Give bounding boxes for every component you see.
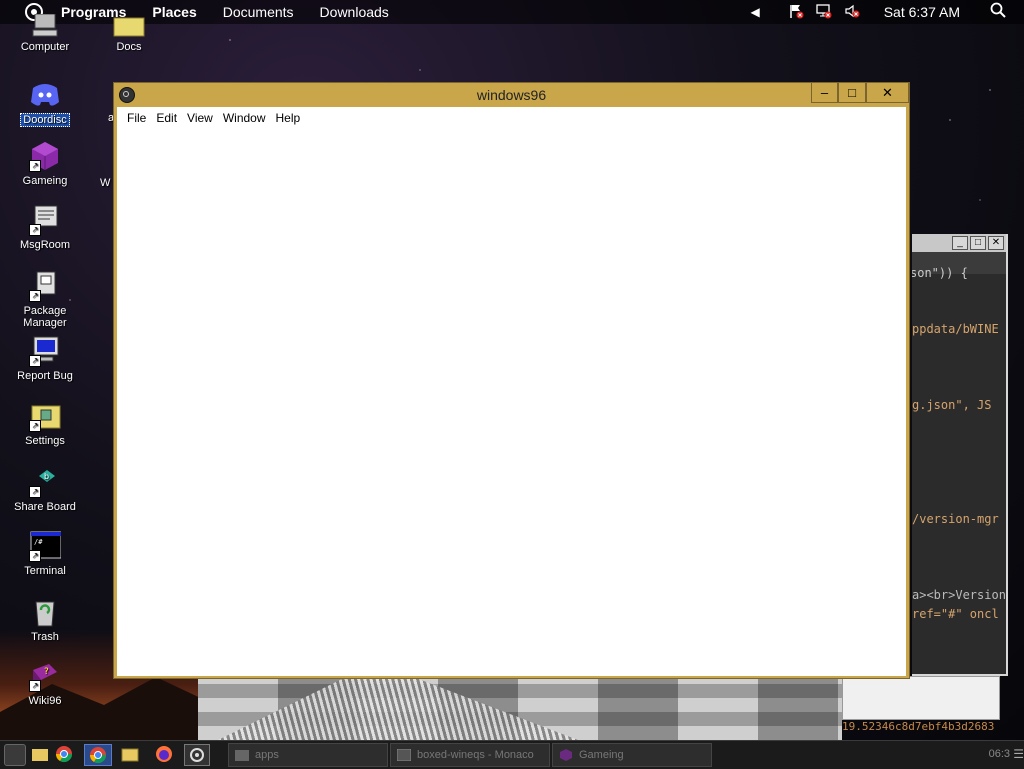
monitor-icon: ↗ xyxy=(29,335,61,367)
svg-text:b: b xyxy=(44,472,49,481)
desktop-icon-settings[interactable]: ↗ Settings xyxy=(10,400,80,447)
desktop-icon-terminal[interactable]: /# ↗ Terminal xyxy=(10,530,80,577)
chat-icon: ↗ xyxy=(29,204,61,236)
code-line: ppdata/bWINE xyxy=(912,322,999,336)
minimize-icon: – xyxy=(820,85,829,100)
cube-icon xyxy=(560,749,572,761)
desktop-icon-trash[interactable]: Trash xyxy=(10,596,80,643)
desktop-icon-docs[interactable]: Docs xyxy=(94,14,164,53)
taskbar: apps boxed-wineqs - Monaco Gameing 06:3 … xyxy=(0,740,1024,769)
maximize-icon[interactable]: □ xyxy=(970,236,986,250)
window-menubar: File Edit View Window Help xyxy=(117,107,906,129)
code-line: son")) { xyxy=(912,266,968,280)
icon-label: Doordisc xyxy=(20,113,70,127)
task-label: Gameing xyxy=(579,749,624,761)
computer-icon xyxy=(29,13,61,38)
game-viewport[interactable] xyxy=(198,678,842,740)
panel-clock[interactable]: Sat 6:37 AM xyxy=(884,4,960,20)
icon-label: MsgRoom xyxy=(19,239,71,251)
svg-text:/#: /# xyxy=(34,538,43,546)
window-titlebar[interactable]: windows96 – □ ✕ xyxy=(114,83,909,107)
network-alert-icon[interactable] xyxy=(816,3,832,22)
volume-muted-icon[interactable] xyxy=(844,3,860,22)
editor-icon xyxy=(397,749,411,761)
code-line: a><br>Version xyxy=(912,588,1006,602)
taskbar-clock[interactable]: 06:3 xyxy=(989,748,1010,760)
close-icon: ✕ xyxy=(882,84,893,100)
chrome-active-icon[interactable] xyxy=(84,744,112,766)
window-title: windows96 xyxy=(476,87,547,103)
desktop-icon-wiki96[interactable]: ? ↗ Wiki96 xyxy=(10,660,80,707)
maximize-icon: □ xyxy=(848,85,856,100)
task-label: boxed-wineqs - Monaco xyxy=(417,749,534,761)
close-button[interactable]: ✕ xyxy=(866,83,909,103)
settings-gear-icon[interactable] xyxy=(184,744,210,766)
icon-label: Trash xyxy=(31,631,59,643)
icon-label: Docs xyxy=(116,41,142,53)
folder-icon xyxy=(113,14,145,38)
discord-icon xyxy=(29,78,61,110)
desktop-icon-report-bug[interactable]: ↗ Report Bug xyxy=(10,335,80,382)
icon-label: Settings xyxy=(25,435,65,447)
system-tray: ◀ Sat 6:37 AM xyxy=(744,0,1024,24)
desktop-icon-doordisc[interactable]: Doordisc xyxy=(10,78,80,127)
task-monaco[interactable]: boxed-wineqs - Monaco xyxy=(390,743,550,767)
desktop-icon-gameing[interactable]: ↗ Gameing xyxy=(10,140,80,187)
menu-window[interactable]: Window xyxy=(223,111,266,125)
icon-label: Gameing xyxy=(22,175,68,187)
code-editor-titlebar[interactable]: _ □ ✕ xyxy=(912,234,1006,252)
desktop-icon-computer[interactable]: Computer xyxy=(10,13,80,53)
desktop-icon-msgroom[interactable]: ↗ MsgRoom xyxy=(10,204,80,251)
desktop-icon-package-manager[interactable]: ↗ Package Manager xyxy=(10,270,80,329)
desktop-icon-share-board[interactable]: b ↗ Share Board xyxy=(10,466,80,513)
book-icon: ? ↗ xyxy=(29,660,61,692)
icon-label: Package Manager xyxy=(23,305,67,329)
partial-icon-label: W xyxy=(100,177,111,189)
windows96-window[interactable]: windows96 – □ ✕ File Edit View Window He… xyxy=(113,82,910,679)
code-line: /version-mgr xyxy=(912,512,999,526)
menu-file[interactable]: File xyxy=(127,111,146,125)
icon-label: Computer xyxy=(20,41,70,53)
folder-icon xyxy=(235,750,249,761)
svg-text:?: ? xyxy=(44,667,49,677)
cube-icon: ↗ xyxy=(29,140,61,172)
terminal-icon: /# ↗ xyxy=(29,530,62,562)
package-icon: ↗ xyxy=(29,270,61,302)
tray-arrow-icon[interactable]: ◀ xyxy=(750,5,759,19)
minimize-button[interactable]: – xyxy=(811,83,838,103)
files-icon[interactable] xyxy=(30,744,50,766)
task-apps[interactable]: apps xyxy=(228,743,388,767)
maximize-button[interactable]: □ xyxy=(838,83,866,103)
firefox-icon[interactable] xyxy=(154,744,174,766)
code-line: ref="#" oncl xyxy=(912,607,999,621)
task-label: apps xyxy=(255,749,279,761)
close-icon[interactable]: ✕ xyxy=(988,236,1004,250)
code-editor-window[interactable]: _ □ ✕ son")) { ppdata/bWINE g.json", JS … xyxy=(912,234,1008,676)
taskbar-menu-icon[interactable]: ☰ xyxy=(1013,747,1024,761)
chrome-icon[interactable] xyxy=(54,744,74,766)
commit-hash: 19.52346c8d7ebf4b3d2683 xyxy=(842,720,995,733)
task-gameing[interactable]: Gameing xyxy=(552,743,712,767)
status-panel xyxy=(842,676,1000,720)
menu-view[interactable]: View xyxy=(187,111,213,125)
icon-label: Terminal xyxy=(24,565,66,577)
icon-label: Wiki96 xyxy=(28,695,62,707)
menu-help[interactable]: Help xyxy=(276,111,301,125)
icon-label: Share Board xyxy=(14,501,76,513)
icon-label: Report Bug xyxy=(17,370,73,382)
menu-documents[interactable]: Documents xyxy=(223,4,294,20)
show-desktop-button[interactable] xyxy=(4,744,26,766)
search-icon[interactable] xyxy=(990,2,1006,23)
folder-icon[interactable] xyxy=(120,744,140,766)
window-content[interactable]: File Edit View Window Help xyxy=(117,107,906,676)
trash-icon xyxy=(29,596,61,628)
settings-folder-icon: ↗ xyxy=(29,400,61,432)
menu-downloads[interactable]: Downloads xyxy=(320,4,389,20)
menu-edit[interactable]: Edit xyxy=(156,111,177,125)
minimize-icon[interactable]: _ xyxy=(952,236,968,250)
code-line: g.json", JS xyxy=(912,398,992,412)
share-board-icon: b ↗ xyxy=(29,466,61,498)
flag-alert-icon[interactable] xyxy=(788,3,804,22)
